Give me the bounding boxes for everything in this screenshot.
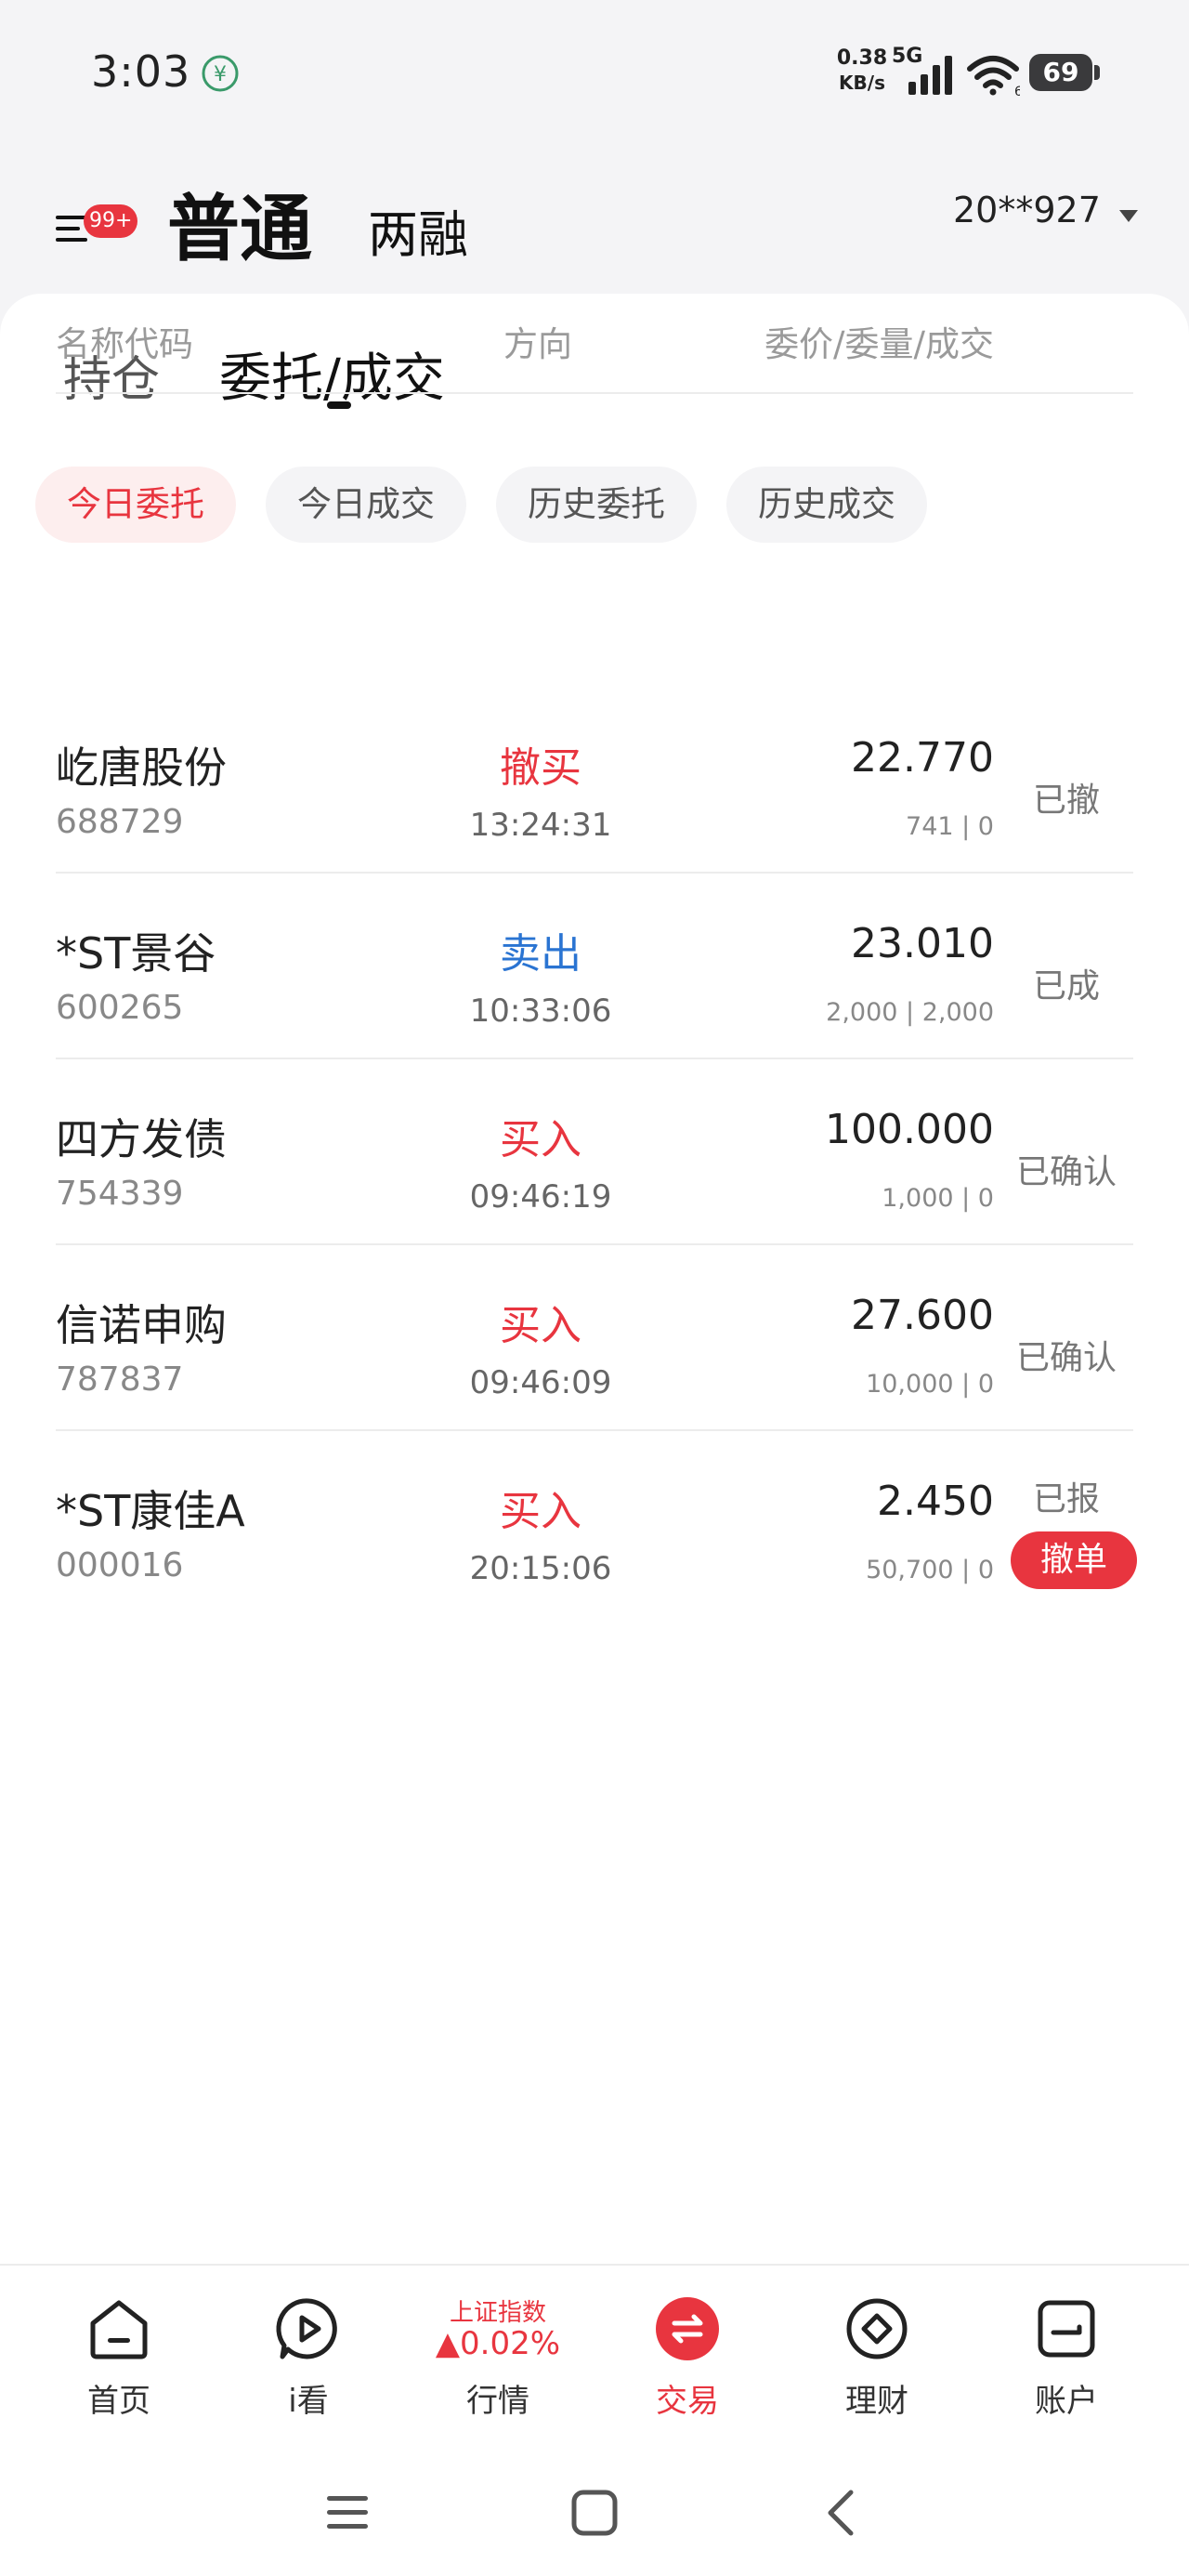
order-price: 100.000 xyxy=(825,1106,994,1153)
order-quantity: 50,700 | 0 xyxy=(866,1556,994,1584)
market-index-name: 上证指数 xyxy=(449,2299,546,2327)
order-price: 22.770 xyxy=(851,734,994,782)
order-direction: 买入 xyxy=(500,1488,581,1535)
order-quantity: 2,000 | 2,000 xyxy=(826,998,994,1027)
order-quantity: 1,000 | 0 xyxy=(882,1184,994,1213)
nav-finance[interactable]: 理财 xyxy=(784,2266,970,2451)
status-time: 3:03 xyxy=(91,46,191,97)
stock-code: 000016 xyxy=(56,1546,184,1584)
wifi-level: 6 xyxy=(1014,85,1020,97)
header-direction: 方向 xyxy=(503,324,572,364)
nav-home[interactable]: 首页 xyxy=(26,2266,212,2451)
bottom-nav: 首页 i看 上证指数 ▲0.02% 行情 交易 理财 账户 xyxy=(0,2264,1189,2451)
svg-text:¥: ¥ xyxy=(214,63,227,86)
stock-name: 信诺申购 xyxy=(56,1300,227,1350)
nav-trade-label: 交易 xyxy=(656,2383,719,2420)
order-quantity: 741 | 0 xyxy=(906,812,994,841)
trade-exchange-icon xyxy=(656,2297,719,2360)
nav-trade[interactable]: 交易 xyxy=(594,2266,780,2451)
wifi-icon: 6 xyxy=(967,56,1020,97)
stock-name: *ST景谷 xyxy=(56,928,216,979)
nav-home-label: 首页 xyxy=(87,2383,150,2420)
signal-icon xyxy=(908,56,952,95)
home-icon xyxy=(90,2300,148,2359)
order-row[interactable]: 四方发债 754339 买入 09:46:19 100.000 1,000 | … xyxy=(56,1059,1133,1245)
order-row[interactable]: 信诺申购 787837 买入 09:46:09 27.600 10,000 | … xyxy=(56,1245,1133,1431)
order-price: 23.010 xyxy=(851,920,994,967)
account-icon xyxy=(1038,2300,1095,2358)
market-index-change: ▲0.02% xyxy=(435,2325,561,2362)
stock-code: 754339 xyxy=(56,1175,184,1213)
order-time: 09:46:19 xyxy=(469,1178,612,1216)
order-row[interactable]: *ST景谷 600265 卖出 10:33:06 23.010 2,000 | … xyxy=(56,874,1133,1059)
net-speed-value: 0.38 xyxy=(836,46,888,70)
order-time: 20:15:06 xyxy=(469,1550,612,1587)
back-icon[interactable] xyxy=(814,2485,869,2541)
system-nav-bar xyxy=(0,2450,1189,2576)
battery-level: 69 xyxy=(1029,54,1092,91)
order-direction: 买入 xyxy=(500,1302,581,1349)
tab-normal[interactable]: 普通 xyxy=(167,171,312,275)
account-selector[interactable]: 20**927 xyxy=(953,190,1101,230)
order-time: 10:33:06 xyxy=(469,992,612,1030)
order-status: 已确认 xyxy=(1015,1339,1117,1377)
subtab-today-orders[interactable]: 今日委托 xyxy=(35,467,236,543)
menu-button[interactable]: 99+ xyxy=(54,186,141,260)
header-price-qty: 委价/委量/成交 xyxy=(764,324,994,364)
order-status: 已报 xyxy=(1032,1480,1101,1518)
status-bar: 3:03 ¥ 0.38 KB/s 5G 6 69 xyxy=(0,0,1189,149)
play-icon xyxy=(276,2298,337,2359)
order-status: 已确认 xyxy=(1015,1153,1117,1191)
order-quantity: 10,000 | 0 xyxy=(866,1370,994,1399)
net-speed-unit: KB/s xyxy=(839,72,885,94)
stock-code: 688729 xyxy=(56,803,184,841)
order-direction: 买入 xyxy=(500,1116,581,1163)
table-header: 名称代码 方向 委价/委量/成交 xyxy=(56,316,1133,372)
finance-icon xyxy=(846,2298,908,2359)
order-direction: 卖出 xyxy=(500,930,581,978)
stock-code: 600265 xyxy=(56,989,184,1027)
stock-code: 787837 xyxy=(56,1360,184,1399)
stock-name: 屹唐股份 xyxy=(56,743,227,793)
subtab-history-trades[interactable]: 历史成交 xyxy=(726,467,927,543)
stock-name: *ST康佳A xyxy=(56,1486,245,1536)
cancel-order-button[interactable]: 撤单 xyxy=(1011,1531,1137,1589)
divider xyxy=(56,392,1133,394)
order-price: 27.600 xyxy=(851,1292,994,1339)
order-direction: 撤买 xyxy=(500,744,581,792)
header-name-code: 名称代码 xyxy=(56,324,193,364)
home-square-icon[interactable] xyxy=(567,2485,622,2541)
order-status: 已成 xyxy=(1032,967,1101,1005)
nav-account[interactable]: 账户 xyxy=(973,2266,1159,2451)
header: 99+ 普通 两融 20**927 xyxy=(0,158,1189,288)
order-row[interactable]: 屹唐股份 688729 撤买 13:24:31 22.770 741 | 0 已… xyxy=(56,688,1133,874)
subtab-history-orders[interactable]: 历史委托 xyxy=(496,467,697,543)
order-time: 09:46:09 xyxy=(469,1364,612,1401)
nav-finance-label: 理财 xyxy=(845,2383,908,2420)
nav-market[interactable]: 上证指数 ▲0.02% 行情 xyxy=(405,2266,591,2451)
nav-market-label: 行情 xyxy=(466,2383,529,2420)
tab-margin-trading[interactable]: 两融 xyxy=(368,193,468,267)
recent-apps-icon[interactable] xyxy=(320,2485,375,2541)
nav-account-label: 账户 xyxy=(1035,2383,1098,2420)
order-status: 已撤 xyxy=(1032,782,1101,820)
order-price: 2.450 xyxy=(877,1478,994,1525)
battery-icon: 69 xyxy=(1029,54,1100,91)
tab-indicator xyxy=(327,401,351,409)
nav-watch[interactable]: i看 xyxy=(216,2266,401,2451)
net-speed: 0.38 KB/s xyxy=(834,46,890,95)
chevron-down-icon[interactable] xyxy=(1118,208,1139,223)
order-row[interactable]: *ST康佳A 000016 买入 20:15:06 2.450 50,700 |… xyxy=(56,1431,1137,1615)
order-list: 屹唐股份 688729 撤买 13:24:31 22.770 741 | 0 已… xyxy=(56,688,1137,1615)
order-time: 13:24:31 xyxy=(469,807,612,844)
app-notification-icon: ¥ xyxy=(202,55,239,92)
nav-watch-label: i看 xyxy=(288,2383,329,2420)
subtab-today-trades[interactable]: 今日成交 xyxy=(266,467,466,543)
stock-name: 四方发债 xyxy=(56,1114,227,1164)
notification-badge: 99+ xyxy=(84,204,138,238)
